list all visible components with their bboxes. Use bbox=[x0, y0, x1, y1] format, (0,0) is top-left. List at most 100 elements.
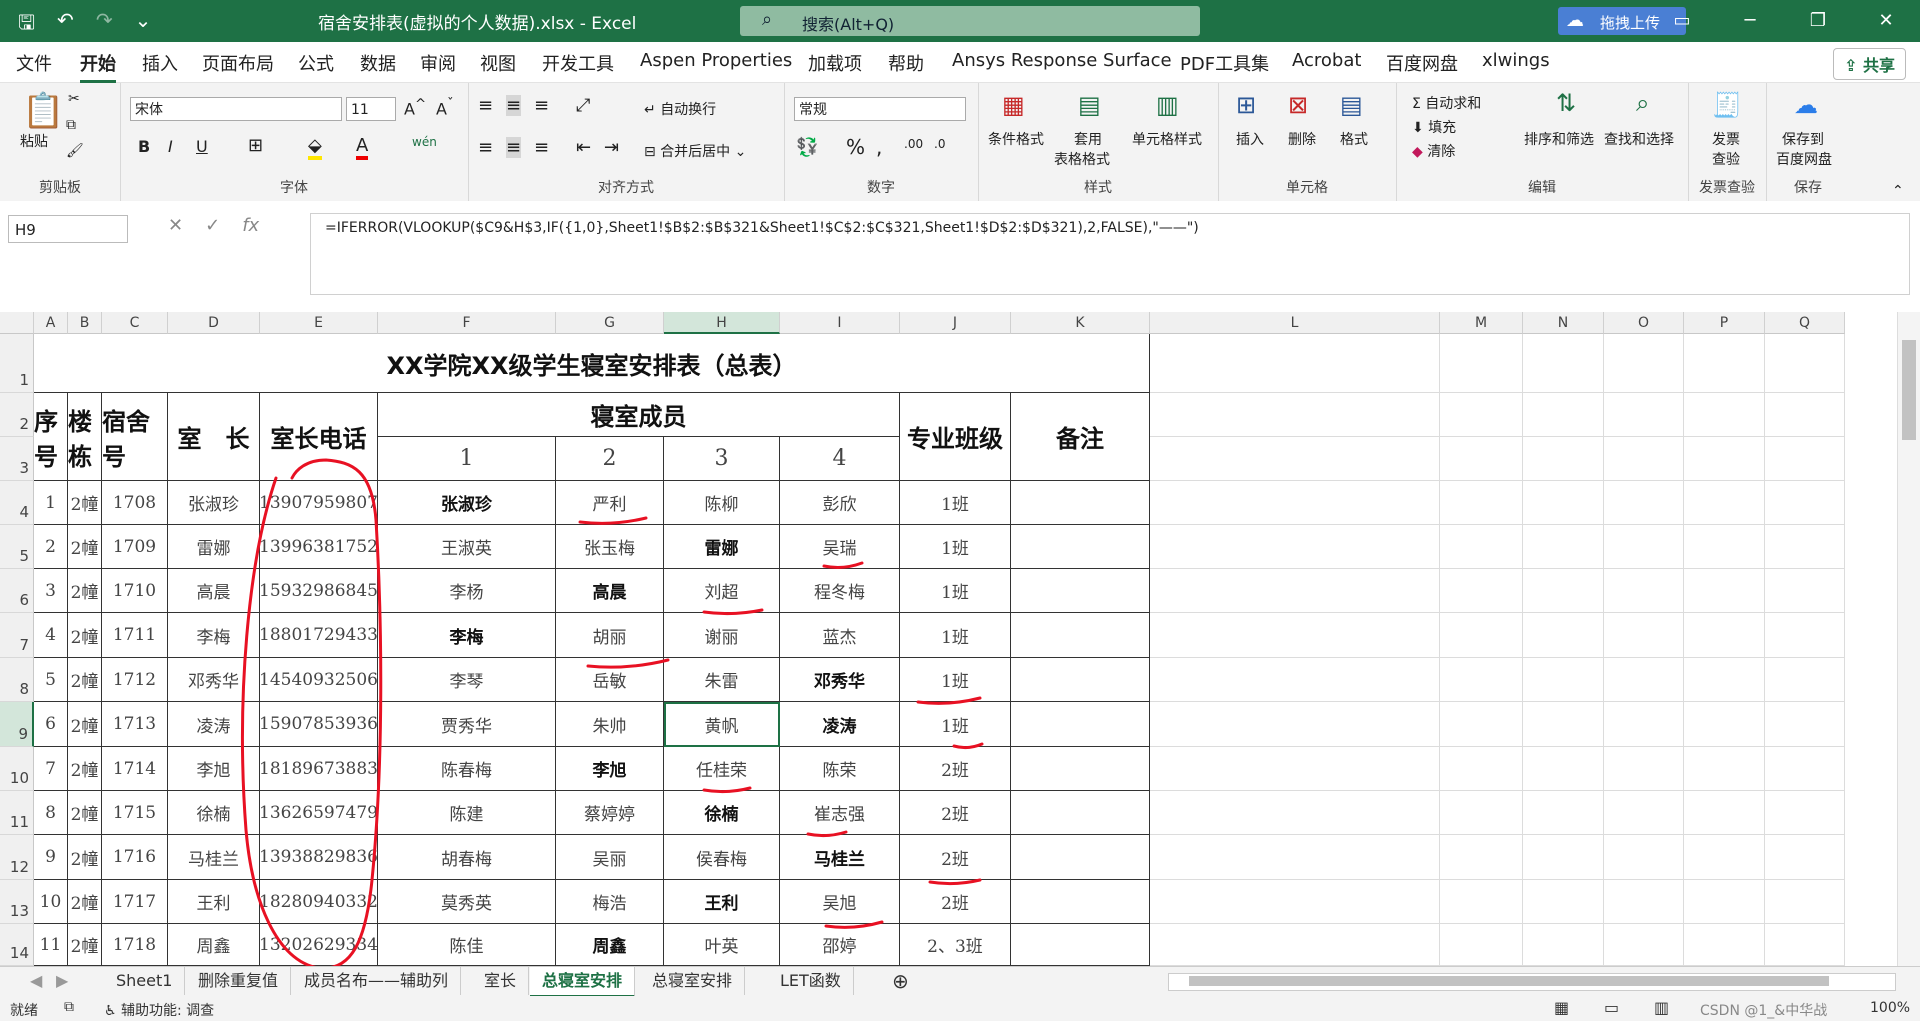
empty-cell[interactable] bbox=[1150, 747, 1440, 791]
comma-icon[interactable]: , bbox=[876, 135, 882, 159]
normal-view-icon[interactable]: ▦ bbox=[1554, 998, 1569, 1017]
cell-leader[interactable]: 凌涛 bbox=[168, 702, 260, 747]
cell-note[interactable] bbox=[1011, 791, 1150, 835]
empty-cell[interactable] bbox=[1150, 613, 1440, 658]
cell-building[interactable]: 2幢 bbox=[68, 525, 102, 569]
column-header-Q[interactable]: Q bbox=[1765, 312, 1845, 334]
column-header-I[interactable]: I bbox=[780, 312, 900, 334]
empty-cell[interactable] bbox=[1765, 393, 1845, 437]
empty-cell[interactable] bbox=[1765, 613, 1845, 658]
cell-member-3[interactable]: 朱雷 bbox=[664, 658, 780, 702]
find-select-icon[interactable]: ⌕ bbox=[1636, 89, 1649, 117]
empty-cell[interactable] bbox=[1684, 835, 1765, 880]
empty-cell[interactable] bbox=[1523, 481, 1604, 525]
empty-cell[interactable] bbox=[1440, 437, 1523, 481]
cell-member-4[interactable]: 邵婷 bbox=[780, 924, 900, 966]
cell-seq[interactable]: 1 bbox=[34, 481, 68, 525]
empty-cell[interactable] bbox=[1684, 481, 1765, 525]
cell-member-4[interactable]: 凌涛 bbox=[780, 702, 900, 747]
column-header-L[interactable]: L bbox=[1150, 312, 1440, 334]
border-icon[interactable]: ⊞ bbox=[248, 135, 263, 156]
cell-member-4[interactable]: 马桂兰 bbox=[780, 835, 900, 880]
header-seq[interactable]: 序号 bbox=[34, 393, 68, 481]
row-header-11[interactable]: 11 bbox=[0, 791, 34, 835]
cell-member-1[interactable]: 李杨 bbox=[378, 569, 556, 613]
empty-cell[interactable] bbox=[1523, 393, 1604, 437]
wrap-text-button[interactable]: ↵ 自动换行 bbox=[644, 99, 716, 119]
empty-cell[interactable] bbox=[1150, 437, 1440, 481]
empty-cell[interactable] bbox=[1523, 924, 1604, 966]
increase-decimal-icon[interactable]: .00 bbox=[904, 137, 923, 151]
column-header-G[interactable]: G bbox=[556, 312, 664, 334]
cell-building[interactable]: 2幢 bbox=[68, 613, 102, 658]
empty-cell[interactable] bbox=[1765, 334, 1845, 393]
percent-icon[interactable]: % bbox=[846, 135, 865, 159]
column-header-K[interactable]: K bbox=[1011, 312, 1150, 334]
cell-member-2[interactable]: 李旭 bbox=[556, 747, 664, 791]
cell-seq[interactable]: 3 bbox=[34, 569, 68, 613]
cell-class[interactable]: 1班 bbox=[900, 481, 1011, 525]
cell-note[interactable] bbox=[1011, 525, 1150, 569]
empty-cell[interactable] bbox=[1150, 658, 1440, 702]
empty-cell[interactable] bbox=[1440, 334, 1523, 393]
empty-cell[interactable] bbox=[1440, 791, 1523, 835]
empty-cell[interactable] bbox=[1604, 924, 1684, 966]
cell-class[interactable]: 1班 bbox=[900, 569, 1011, 613]
header-member-3[interactable]: 3 bbox=[664, 437, 780, 481]
merge-center-button[interactable]: ⊟ 合并后居中 ⌄ bbox=[644, 141, 746, 161]
cell-member-3[interactable]: 黄帆 bbox=[664, 702, 780, 747]
cell-class[interactable]: 2、3班 bbox=[900, 924, 1011, 966]
empty-cell[interactable] bbox=[1150, 525, 1440, 569]
cell-leader[interactable]: 李梅 bbox=[168, 613, 260, 658]
empty-cell[interactable] bbox=[1440, 880, 1523, 924]
empty-cell[interactable] bbox=[1684, 880, 1765, 924]
cell-note[interactable] bbox=[1011, 481, 1150, 525]
cell-member-3[interactable]: 王利 bbox=[664, 880, 780, 924]
menu-tab-15[interactable]: 百度网盘 bbox=[1386, 50, 1458, 76]
row-header-6[interactable]: 6 bbox=[0, 569, 34, 613]
cell-member-2[interactable]: 朱帅 bbox=[556, 702, 664, 747]
menu-tab-1[interactable]: 开始 bbox=[80, 50, 116, 83]
cell-class[interactable]: 1班 bbox=[900, 658, 1011, 702]
empty-cell[interactable] bbox=[1604, 791, 1684, 835]
cell-note[interactable] bbox=[1011, 835, 1150, 880]
cell-note[interactable] bbox=[1011, 702, 1150, 747]
cell-building[interactable]: 2幢 bbox=[68, 481, 102, 525]
cell-member-2[interactable]: 胡丽 bbox=[556, 613, 664, 658]
cell-member-1[interactable]: 贾秀华 bbox=[378, 702, 556, 747]
cell-member-2[interactable]: 蔡婷婷 bbox=[556, 791, 664, 835]
empty-cell[interactable] bbox=[1604, 437, 1684, 481]
cell-leader[interactable]: 周鑫 bbox=[168, 924, 260, 966]
empty-cell[interactable] bbox=[1684, 437, 1765, 481]
cell-member-1[interactable]: 陈建 bbox=[378, 791, 556, 835]
cell-phone[interactable]: 18189673883 bbox=[259, 747, 378, 791]
cell-room[interactable]: 1711 bbox=[102, 613, 168, 658]
paste-icon[interactable]: 📋 bbox=[22, 91, 64, 131]
empty-cell[interactable] bbox=[1440, 525, 1523, 569]
cell-phone[interactable]: 18280940332 bbox=[259, 880, 378, 924]
empty-cell[interactable] bbox=[1765, 791, 1845, 835]
empty-cell[interactable] bbox=[1604, 334, 1684, 393]
header-phone[interactable]: 室长电话 bbox=[260, 393, 378, 481]
cell-member-4[interactable]: 吴瑞 bbox=[780, 525, 900, 569]
cell-member-3[interactable]: 刘超 bbox=[664, 569, 780, 613]
menu-tab-12[interactable]: Ansys Response Surface bbox=[952, 50, 1172, 71]
empty-cell[interactable] bbox=[1523, 791, 1604, 835]
menu-tab-11[interactable]: 帮助 bbox=[888, 50, 924, 76]
cell-note[interactable] bbox=[1011, 924, 1150, 966]
format-painter-icon[interactable]: 🖌 bbox=[66, 143, 84, 159]
cell-seq[interactable]: 10 bbox=[34, 880, 68, 924]
font-name-select[interactable]: 宋体 bbox=[130, 97, 342, 121]
format-icon[interactable]: ▤ bbox=[1340, 91, 1363, 119]
cell-seq[interactable]: 6 bbox=[34, 702, 68, 747]
baidu-cloud-icon[interactable]: ☁ bbox=[1794, 91, 1818, 119]
cell-room[interactable]: 1709 bbox=[102, 525, 168, 569]
cell-styles-button[interactable]: 单元格样式 bbox=[1132, 129, 1202, 149]
cell-phone[interactable]: 13938829836 bbox=[259, 835, 378, 880]
cell-phone[interactable]: 13996381752 bbox=[259, 525, 378, 569]
empty-cell[interactable] bbox=[1150, 924, 1440, 966]
sheet-tab-5[interactable]: 总寝室安排 bbox=[640, 967, 746, 995]
header-room[interactable]: 宿舍号 bbox=[102, 393, 168, 481]
cell-class[interactable]: 1班 bbox=[900, 525, 1011, 569]
macro-record-icon[interactable]: ⧉ bbox=[64, 999, 74, 1015]
